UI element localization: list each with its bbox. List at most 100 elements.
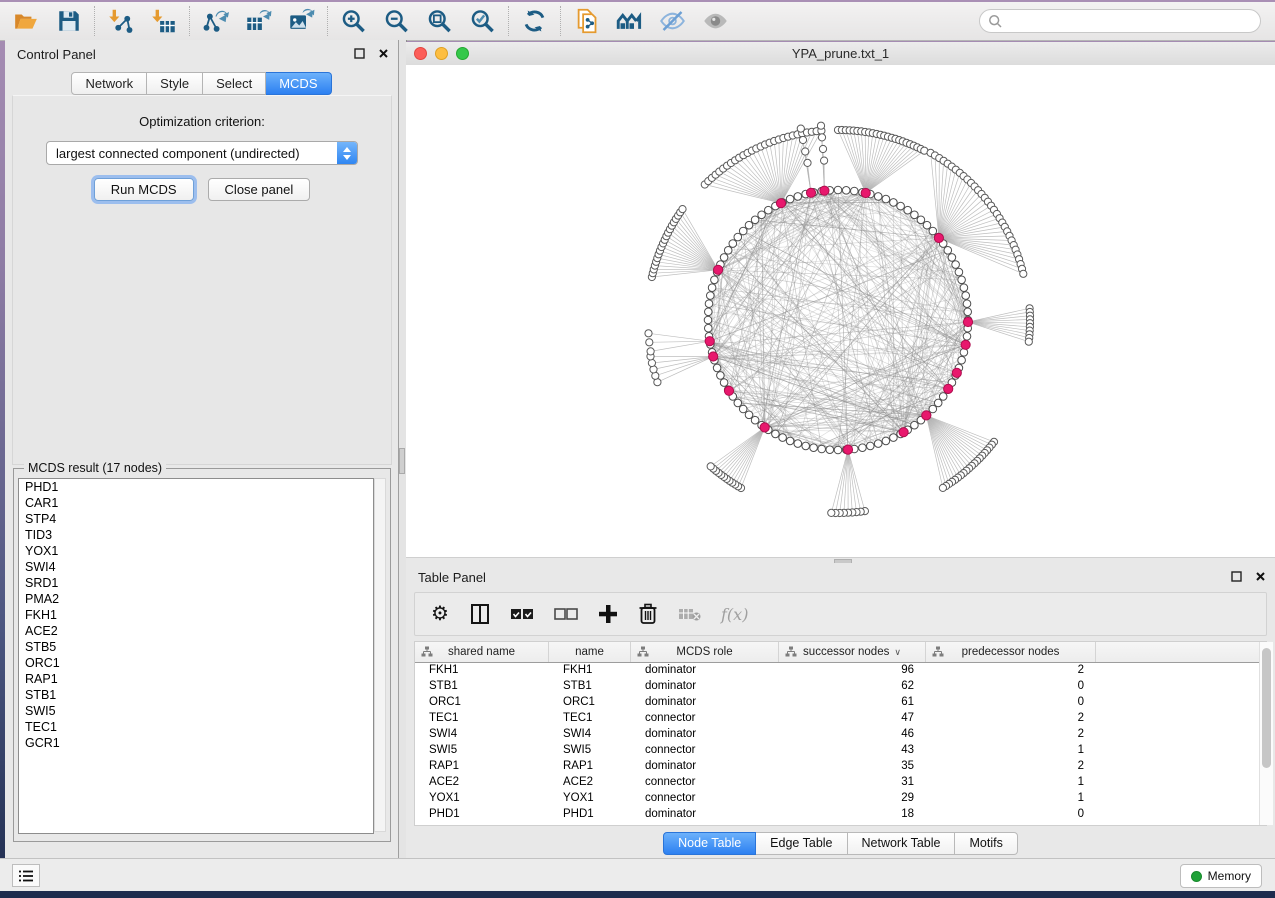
mcds-result-list[interactable]: PHD1CAR1STP4TID3YOX1SWI4SRD1PMA2FKH1ACE2… [18, 478, 374, 834]
zoom-fit-icon[interactable] [426, 8, 453, 35]
toolbar-group [508, 6, 560, 36]
tab-network-table[interactable]: Network Table [848, 832, 956, 855]
cell: dominator [631, 727, 779, 743]
network-canvas[interactable] [406, 65, 1275, 557]
deselect-all-icon[interactable] [553, 602, 579, 626]
mcds-result-item[interactable]: GCR1 [19, 735, 373, 751]
table-scrollbar[interactable] [1259, 642, 1273, 825]
save-session-icon[interactable] [55, 8, 82, 35]
cell: YOX1 [415, 791, 549, 807]
export-image-icon[interactable] [288, 8, 315, 35]
float-panel-icon[interactable] [352, 46, 366, 60]
delete-row-icon[interactable] [637, 602, 659, 626]
tab-node-table[interactable]: Node Table [663, 832, 756, 855]
table-row[interactable]: ORC1ORC1dominator610 [415, 695, 1266, 711]
toolbar-group [94, 6, 189, 36]
column-header-MCDS-role[interactable]: MCDS role [631, 642, 779, 662]
mcds-result-item[interactable]: PMA2 [19, 591, 373, 607]
mcds-result-item[interactable]: CAR1 [19, 495, 373, 511]
cell: ORC1 [415, 695, 549, 711]
table-row[interactable]: SWI5SWI5connector431 [415, 743, 1266, 759]
close-panel-button[interactable]: Close panel [208, 178, 311, 201]
table-row[interactable]: SWI4SWI4dominator462 [415, 727, 1266, 743]
cell: 96 [779, 663, 926, 679]
maximize-window-icon[interactable] [456, 47, 469, 60]
cell: 2 [926, 663, 1096, 679]
mcds-result-item[interactable]: STB5 [19, 639, 373, 655]
table-row[interactable]: RAP1RAP1dominator352 [415, 759, 1266, 775]
table-row[interactable]: FKH1FKH1dominator962 [415, 663, 1266, 679]
mcds-result-item[interactable]: TID3 [19, 527, 373, 543]
mcds-result-item[interactable]: STB1 [19, 687, 373, 703]
cell: SWI5 [549, 743, 631, 759]
cell: 1 [926, 775, 1096, 791]
settings-gear-icon[interactable]: ⚙ [429, 602, 451, 626]
tab-motifs[interactable]: Motifs [955, 832, 1017, 855]
mcds-result-item[interactable]: SWI5 [19, 703, 373, 719]
column-header-successor-nodes[interactable]: successor nodes∨ [779, 642, 926, 662]
zoom-selected-icon[interactable] [469, 8, 496, 35]
mcds-result-item[interactable]: FKH1 [19, 607, 373, 623]
search-box[interactable] [979, 9, 1261, 33]
select-all-icon[interactable] [509, 602, 535, 626]
vertical-splitter-handle[interactable] [399, 448, 405, 474]
mcds-result-item[interactable]: RAP1 [19, 671, 373, 687]
export-network-icon[interactable] [202, 8, 229, 35]
close-window-icon[interactable] [414, 47, 427, 60]
table-row[interactable]: ACE2ACE2connector311 [415, 775, 1266, 791]
mcds-result-item[interactable]: ACE2 [19, 623, 373, 639]
minimize-window-icon[interactable] [435, 47, 448, 60]
tab-edge-table[interactable]: Edge Table [756, 832, 847, 855]
first-neighbors-icon[interactable] [616, 8, 643, 35]
add-row-icon[interactable] [597, 602, 619, 626]
column-label: shared name [448, 646, 515, 658]
open-file-icon[interactable] [12, 8, 39, 35]
network-window-titlebar[interactable]: YPA_prune.txt_1 [406, 42, 1275, 66]
cell: 18 [779, 807, 926, 823]
apply-layout-icon[interactable] [521, 8, 548, 35]
mcds-result-item[interactable]: YOX1 [19, 543, 373, 559]
optimization-criterion-select[interactable]: largest connected component (undirected) [46, 141, 358, 165]
show-panel-list-button[interactable] [12, 864, 40, 887]
mcds-result-item[interactable]: PHD1 [19, 479, 373, 495]
tab-select[interactable]: Select [203, 72, 266, 95]
toolbar-group [327, 6, 508, 36]
tab-style[interactable]: Style [147, 72, 203, 95]
table-scrollbar-thumb[interactable] [1262, 648, 1271, 768]
table-row[interactable]: STB1STB1dominator620 [415, 679, 1266, 695]
show-all-icon[interactable] [702, 8, 729, 35]
float-table-panel-icon[interactable] [1229, 569, 1243, 583]
import-table-icon[interactable] [150, 8, 177, 35]
import-network-icon[interactable] [107, 8, 134, 35]
cell: dominator [631, 695, 779, 711]
memory-button[interactable]: Memory [1180, 864, 1262, 888]
mcds-result-item[interactable]: ORC1 [19, 655, 373, 671]
toggle-columns-icon[interactable] [469, 602, 491, 626]
mcds-result-item[interactable]: SWI4 [19, 559, 373, 575]
function-builder-icon: f(x) [721, 602, 748, 626]
zoom-out-icon[interactable] [383, 8, 410, 35]
export-table-icon[interactable] [245, 8, 272, 35]
close-panel-icon[interactable] [376, 46, 390, 60]
close-table-panel-icon[interactable] [1253, 569, 1267, 583]
mcds-result-item[interactable]: STP4 [19, 511, 373, 527]
hide-selected-icon[interactable] [659, 8, 686, 35]
mcds-result-item[interactable]: SRD1 [19, 575, 373, 591]
cell: RAP1 [549, 759, 631, 775]
zoom-in-icon[interactable] [340, 8, 367, 35]
tab-mcds[interactable]: MCDS [266, 72, 331, 95]
new-network-from-selection-icon[interactable] [573, 8, 600, 35]
run-mcds-button[interactable]: Run MCDS [94, 178, 194, 201]
table-row[interactable]: TEC1TEC1connector472 [415, 711, 1266, 727]
optimization-criterion-value: largest connected component (undirected) [47, 146, 337, 161]
mcds-result-item[interactable]: TEC1 [19, 719, 373, 735]
search-input[interactable] [1003, 13, 1252, 29]
tab-network[interactable]: Network [71, 72, 147, 95]
column-header-predecessor-nodes[interactable]: predecessor nodes [926, 642, 1096, 662]
mcds-list-scrollbar[interactable] [374, 478, 386, 832]
table-row[interactable]: YOX1YOX1connector291 [415, 791, 1266, 807]
column-header-shared-name[interactable]: shared name [415, 642, 549, 662]
column-header-name[interactable]: name [549, 642, 631, 662]
mcds-result-title: MCDS result (17 nodes) [24, 461, 166, 475]
table-row[interactable]: PHD1PHD1dominator180 [415, 807, 1266, 823]
